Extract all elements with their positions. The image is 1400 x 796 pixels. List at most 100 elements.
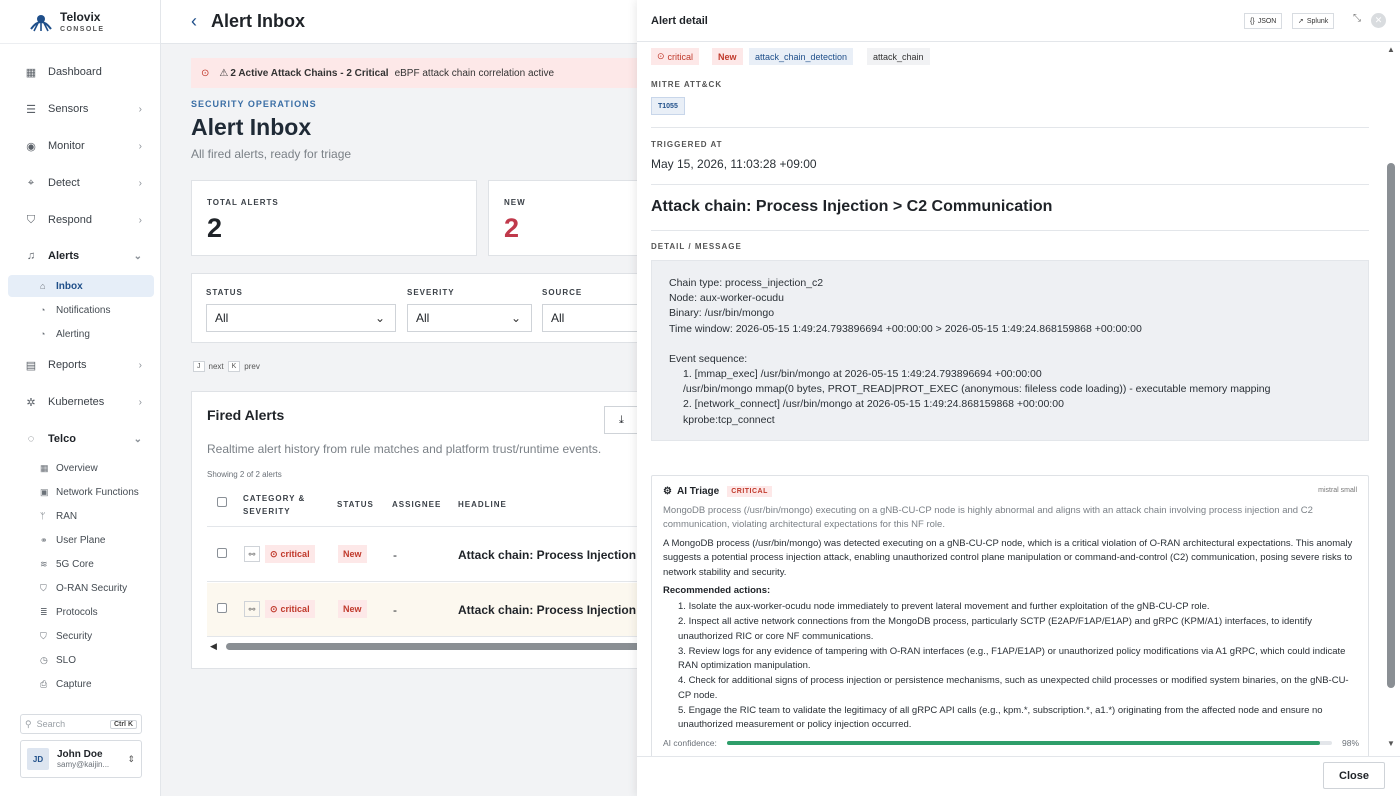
sidebar-item-alerting[interactable]: ◔ Alerting <box>8 323 154 345</box>
scroll-up-icon[interactable]: ▲ <box>1387 45 1395 54</box>
event-detail: kprobe:tcp_connect <box>683 413 775 426</box>
nav-label: Detect <box>48 177 80 189</box>
attack-chain-banner[interactable]: ⊙ ⚠ 2 Active Attack Chains - 2 Critical … <box>191 58 637 88</box>
sidebar-item-ran[interactable]: ᛘ RAN <box>8 505 154 527</box>
sub-label: Inbox <box>56 280 83 292</box>
row-checkbox[interactable] <box>217 603 227 613</box>
scroll-down-icon[interactable]: ▼ <box>1387 739 1395 748</box>
divider <box>651 230 1369 231</box>
nav-monitor[interactable]: ◉ Monitor › <box>8 133 154 159</box>
sidebar-item-network-functions[interactable]: ▣ Network Functions <box>8 481 154 503</box>
splunk-button[interactable]: ➚ Splunk <box>1292 13 1335 29</box>
ai-severity-badge: CRITICAL <box>727 486 772 497</box>
nav-alerts[interactable]: ♫ Alerts ⌄ <box>8 243 154 269</box>
event-line: 2. [network_connect] /usr/bin/mongo at 2… <box>683 398 1064 411</box>
stat-label: TOTAL ALERTS <box>207 198 279 207</box>
status-select[interactable]: All ⌄ <box>206 304 396 332</box>
sidebar-item-security[interactable]: ⛉ Security <box>8 625 154 647</box>
sidebar: Telovix CONSOLE ▦ Dashboard ☰ Sensors › ◉ Mo… <box>0 0 161 796</box>
close-icon[interactable]: ✕ <box>1371 13 1386 28</box>
close-button[interactable]: Close <box>1323 762 1385 789</box>
box-icon: ▣ <box>40 486 49 497</box>
bot-icon: ⚙ <box>663 486 672 497</box>
section-label: SECURITY OPERATIONS <box>191 99 317 109</box>
alert-headline[interactable]: Attack chain: Process Injection > C2 Com… <box>458 603 637 617</box>
sub-label: Overview <box>56 462 98 474</box>
user-name: John Doe <box>57 749 103 760</box>
download-button[interactable]: ⤓ <box>604 406 637 434</box>
confidence-fill <box>726 741 1320 745</box>
ai-model-name: mistral small <box>1318 487 1357 494</box>
antenna-icon: ◌ <box>27 433 35 445</box>
mitre-technique-badge[interactable]: T1055 <box>651 97 685 115</box>
brand-logo-icon <box>30 14 52 31</box>
action-item: 3. Review logs for any evidence of tampe… <box>678 645 1346 672</box>
collapse-icon[interactable]: ⤡ <box>1353 13 1361 24</box>
capture-icon: ⎙ <box>40 678 48 689</box>
sidebar-item-capture[interactable]: ⎙ Capture <box>8 673 154 695</box>
scrollbar-thumb[interactable] <box>226 643 637 650</box>
brand[interactable]: Telovix CONSOLE <box>0 0 160 44</box>
sidebar-item-5g-core[interactable]: ≋ 5G Core <box>8 553 154 575</box>
severity-badge: ⊙ critical <box>265 545 315 563</box>
horizontal-scrollbar[interactable]: ◀ <box>210 641 637 652</box>
severity-badge: ⊙ critical <box>265 600 315 618</box>
kbd-text: prev <box>244 362 260 371</box>
sub-label: Network Functions <box>56 486 139 498</box>
nav-telco[interactable]: ◌ Telco ⌄ <box>8 426 154 452</box>
alert-headline[interactable]: Attack chain: Process Injection > C2 Com… <box>458 548 637 562</box>
sidebar-item-notifications[interactable]: ◔ Notifications <box>8 299 154 321</box>
alert-circle-icon: ⊙ <box>270 548 278 559</box>
splunk-label: Splunk <box>1306 17 1329 25</box>
sub-label: Notifications <box>56 304 111 316</box>
nav-respond[interactable]: ⛉ Respond › <box>8 207 154 233</box>
col-category: CATEGORY & <box>243 494 306 503</box>
antenna-icon: ᛘ <box>40 511 46 521</box>
nav-kubernetes[interactable]: ✲ Kubernetes › <box>8 389 154 415</box>
nav-dashboard[interactable]: ▦ Dashboard <box>8 59 154 85</box>
chevron-right-icon: › <box>138 103 142 115</box>
table-header: CATEGORY & SEVERITY STATUS ASSIGNEE HEAD… <box>207 487 637 527</box>
chevron-down-icon: ⌄ <box>510 311 521 325</box>
back-arrow-icon[interactable]: ‹ <box>191 11 197 32</box>
search-placeholder: Search <box>36 719 66 729</box>
sidebar-search-input[interactable]: ⚲ Search Ctrl K <box>20 714 142 734</box>
search-icon: ⚲ <box>25 718 32 729</box>
chain-icon: ⚯ <box>244 601 260 617</box>
json-button[interactable]: {} JSON <box>1244 13 1283 29</box>
banner-text: eBPF attack chain correlation active <box>394 67 555 79</box>
row-checkbox[interactable] <box>217 548 227 558</box>
sidebar-item-user-plane[interactable]: ⚭ User Plane <box>8 529 154 551</box>
chevron-updown-icon: ⇕ <box>127 753 135 764</box>
nav-reports[interactable]: ▤ Reports › <box>8 352 154 378</box>
mitre-label: MITRE ATT&CK <box>651 80 723 89</box>
scroll-left-icon[interactable]: ◀ <box>210 641 217 652</box>
pill-text: critical <box>667 51 694 62</box>
nav-label: Sensors <box>48 103 89 115</box>
vertical-scrollbar[interactable]: ▲ ▼ <box>1384 43 1398 755</box>
sidebar-item-overview[interactable]: ▦ Overview <box>8 457 154 479</box>
file-icon: ▤ <box>25 359 37 372</box>
sidebar-item-protocols[interactable]: ≣ Protocols <box>8 601 154 623</box>
main-content: ‹ Alert Inbox ⊙ ⚠ 2 Active Attack Chains… <box>161 0 637 796</box>
scrollbar-thumb[interactable] <box>1387 163 1395 688</box>
select-all-checkbox[interactable] <box>217 497 227 507</box>
sub-label: Capture <box>56 678 92 690</box>
sidebar-item-slo[interactable]: ◷ SLO <box>8 649 154 671</box>
chevron-down-icon: ⌄ <box>133 433 142 445</box>
severity-select[interactable]: All ⌄ <box>407 304 532 332</box>
sidebar-item-inbox[interactable]: ⌂ Inbox <box>8 275 154 297</box>
chevron-right-icon: › <box>138 359 142 371</box>
sidebar-item-oran-security[interactable]: ⛉ O-RAN Security <box>8 577 154 599</box>
scan-icon: ⌖ <box>27 176 35 189</box>
nav-sensors[interactable]: ☰ Sensors › <box>8 96 154 122</box>
keyboard-hint: J next K prev <box>193 361 260 372</box>
stat-new: NEW 2 <box>488 180 637 256</box>
nav-detect[interactable]: ⌖ Detect › <box>8 170 154 196</box>
chevron-right-icon: › <box>138 177 142 189</box>
msg-line: Chain type: process_injection_c2 <box>669 277 824 289</box>
user-menu[interactable]: JD John Doe samy@kaijin... ⇕ <box>20 740 142 778</box>
table-row[interactable]: ⚯ ⊙ critical New - Attack chain: Process … <box>207 528 637 582</box>
source-select[interactable]: All <box>542 304 637 332</box>
table-row[interactable]: ⚯ ⊙ critical New - Attack chain: Process … <box>207 583 637 637</box>
